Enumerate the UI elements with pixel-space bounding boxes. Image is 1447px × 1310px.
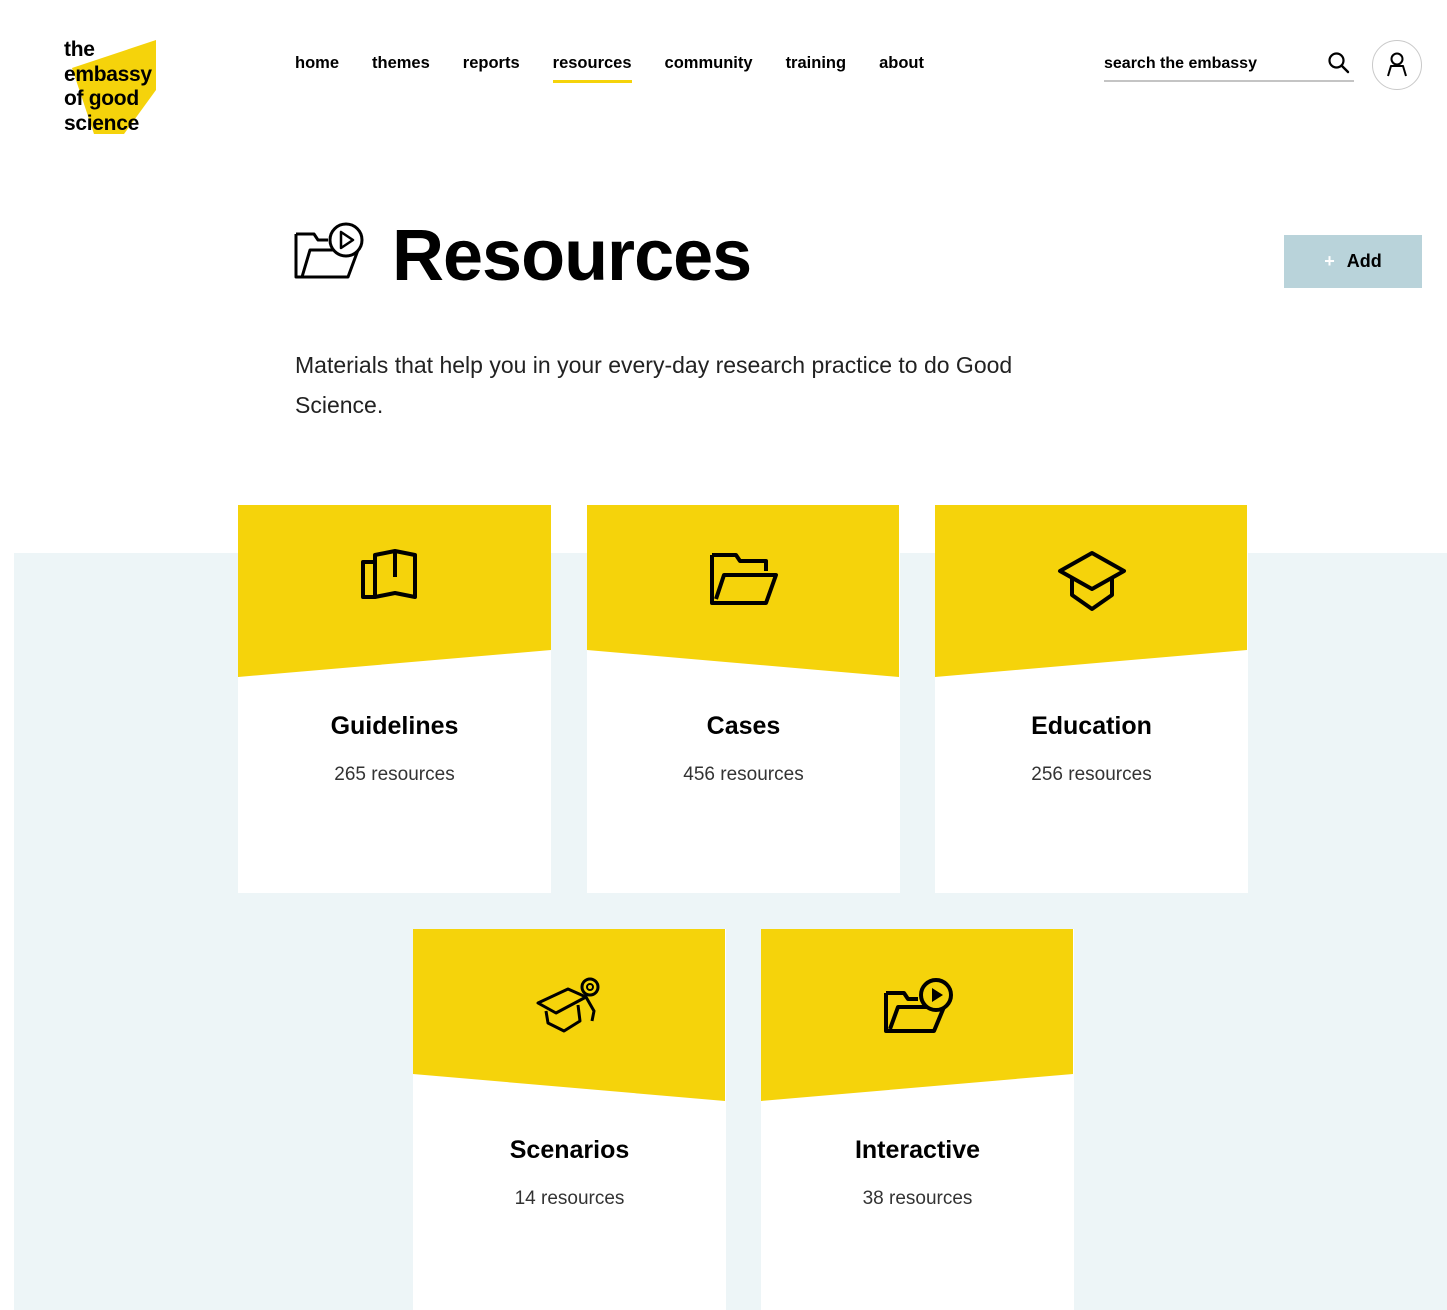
folder-play-icon (294, 222, 364, 279)
category-card-education[interactable]: Education 256 resources (935, 505, 1248, 893)
nav-reports[interactable]: reports (463, 52, 520, 83)
plus-icon: + (1324, 251, 1335, 271)
category-name: Cases (706, 712, 781, 740)
nav-resources[interactable]: resources (552, 52, 632, 83)
logo-text: the embassy of good science (64, 38, 152, 135)
category-name: Guidelines (330, 712, 459, 740)
user-icon (1387, 52, 1407, 77)
category-name: Interactive (854, 1136, 981, 1164)
add-button[interactable]: + Add (1284, 235, 1422, 288)
search-input[interactable] (1104, 51, 1319, 77)
category-count: 265 resources (334, 764, 455, 785)
category-card-interactive[interactable]: Interactive 38 resources (761, 929, 1074, 1310)
user-account-button[interactable] (1372, 40, 1422, 90)
nav-about[interactable]: about (879, 52, 924, 83)
graduation-cap-icon (1057, 551, 1126, 611)
category-name: Scenarios (509, 1136, 630, 1164)
category-card-scenarios[interactable]: Scenarios 14 resources (413, 929, 726, 1310)
category-card-guidelines[interactable]: Guidelines 265 resources (238, 505, 551, 893)
search-icon[interactable] (1326, 50, 1352, 76)
search-field (1104, 51, 1354, 82)
add-button-label: Add (1346, 251, 1382, 271)
category-card-cases[interactable]: Cases 456 resources (587, 505, 900, 893)
folder-icon (709, 553, 778, 605)
category-count: 256 resources (1031, 764, 1152, 785)
folder-play-icon (883, 978, 953, 1033)
category-count: 456 resources (683, 764, 804, 785)
category-name: Education (1031, 712, 1152, 740)
site-logo[interactable]: the embassy of good science (64, 38, 160, 135)
nav-themes[interactable]: themes (372, 52, 430, 83)
category-count: 38 resources (862, 1188, 973, 1209)
open-book-icon (360, 549, 417, 599)
nav-community[interactable]: community (665, 52, 753, 83)
page: the embassy of good science home themes … (0, 0, 1447, 1310)
graduation-cap-gear-icon (536, 977, 599, 1033)
page-description: Materials that help you in your every-da… (295, 352, 1013, 418)
nav-training[interactable]: training (786, 52, 847, 83)
page-title: Resources (392, 216, 752, 296)
main-nav: home themes reports resources community … (295, 52, 957, 83)
nav-home[interactable]: home (295, 52, 339, 83)
category-count: 14 resources (514, 1188, 625, 1209)
